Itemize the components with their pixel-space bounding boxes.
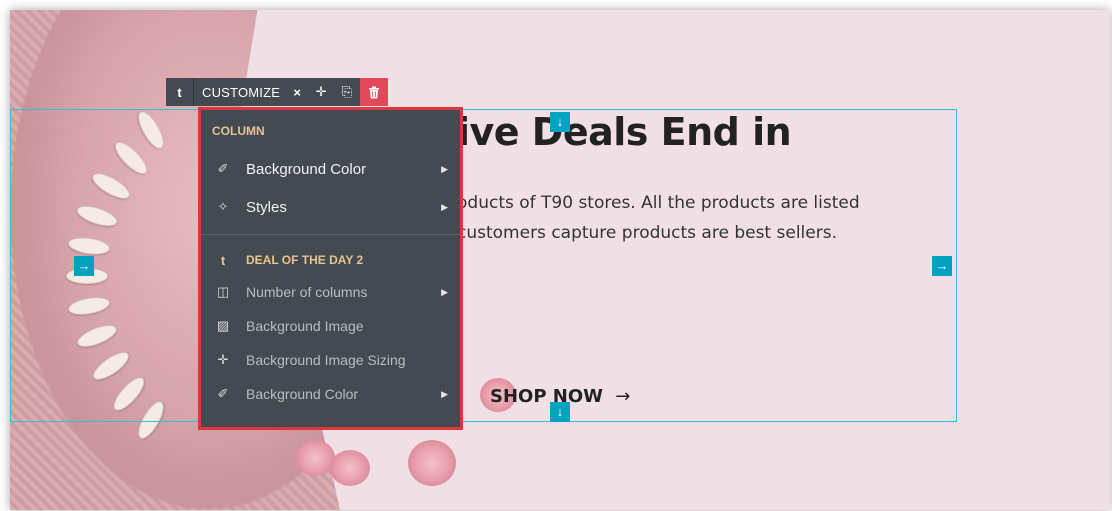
deal-of-the-day-section-title: t DEAL OF THE DAY 2: [201, 245, 460, 275]
customize-toolbar: t CUSTOMIZE × ✛ ⎘: [166, 78, 389, 106]
arrow-right-icon: →: [615, 386, 631, 407]
menu-item-background-image[interactable]: ▨ Background Image: [201, 309, 460, 343]
rose-decoration: [330, 450, 370, 486]
trash-icon: [369, 86, 380, 98]
move-icon[interactable]: ✛: [308, 78, 334, 106]
menu-item-background-color-2[interactable]: ✐ Background Color ▶: [201, 377, 460, 411]
eyedropper-icon: ✐: [217, 386, 229, 401]
magic-wand-icon: ✧: [217, 199, 229, 214]
image-icon: ▨: [216, 318, 230, 333]
customize-dropdown-menu: COLUMN ✐ Background Color ▶ ✧ Styles ▶ t…: [198, 107, 463, 430]
rose-decoration: [295, 440, 335, 476]
duplicate-icon[interactable]: ⎘: [334, 78, 360, 106]
menu-divider: [201, 234, 460, 235]
resize-handle-left[interactable]: →: [74, 256, 94, 276]
column-section-title: COLUMN: [212, 124, 265, 138]
eyedropper-icon: ✐: [217, 161, 229, 176]
resize-handle-top[interactable]: ↓: [550, 112, 570, 132]
submenu-arrow-icon: ▶: [441, 388, 448, 399]
menu-item-number-of-columns[interactable]: ◫ Number of columns ▶: [201, 275, 460, 309]
menu-item-background-image-sizing[interactable]: ✛ Background Image Sizing: [201, 343, 460, 377]
menu-item-label: Background Image Sizing: [246, 352, 406, 368]
delete-icon[interactable]: [360, 78, 389, 106]
deal-title-label: DEAL OF THE DAY 2: [246, 253, 364, 267]
selected-column-outline: [10, 109, 957, 422]
submenu-arrow-icon: ▶: [441, 286, 448, 297]
menu-item-label: Number of columns: [246, 284, 368, 300]
shop-now-label: SHOP NOW: [490, 386, 604, 407]
banner-headline: ive Deals End in: [457, 110, 792, 154]
resize-handle-right[interactable]: →: [932, 256, 952, 276]
banner-description: oducts of T90 stores. All the products a…: [457, 193, 860, 243]
close-icon[interactable]: ×: [286, 78, 308, 106]
menu-item-background-color[interactable]: ✐ Background Color ▶: [201, 150, 460, 188]
menu-item-styles[interactable]: ✧ Styles ▶: [201, 188, 460, 226]
menu-item-label: Background Image: [246, 318, 364, 334]
rose-decoration: [408, 440, 456, 486]
snippet-type-icon: t: [220, 252, 226, 268]
submenu-arrow-icon: ▶: [441, 201, 448, 212]
resize-handle-bottom[interactable]: ↓: [550, 402, 570, 422]
menu-item-label: Background Color: [246, 160, 367, 178]
snippet-type-icon[interactable]: t: [166, 78, 194, 106]
website-canvas: ive Deals End in oducts of T90 stores. A…: [10, 10, 1110, 510]
columns-icon: ◫: [216, 284, 230, 299]
customize-button[interactable]: CUSTOMIZE: [194, 78, 286, 106]
menu-item-label: Styles: [246, 198, 287, 216]
submenu-arrow-icon: ▶: [441, 163, 448, 174]
menu-item-label: Background Color: [246, 386, 359, 402]
arrows-icon: ✛: [217, 352, 229, 367]
